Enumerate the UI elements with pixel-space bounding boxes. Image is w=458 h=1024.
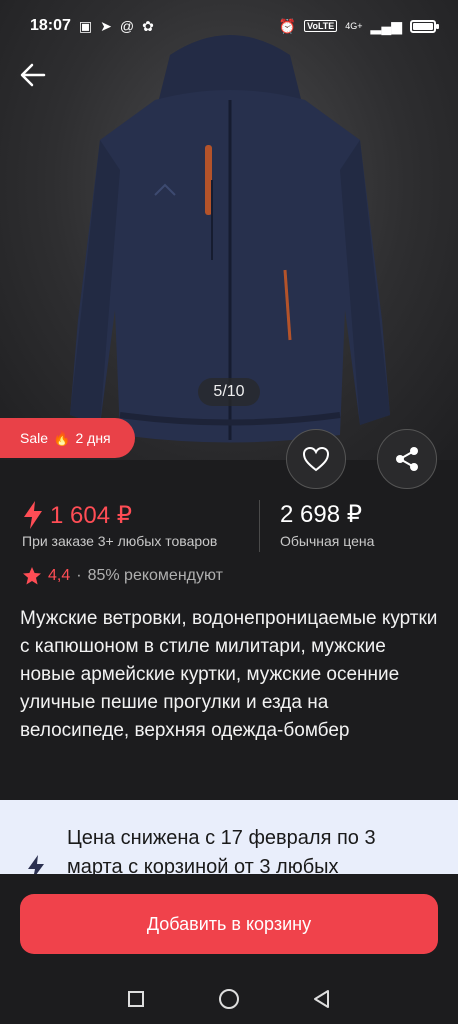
add-to-cart-button[interactable]: Добавить в корзину [20, 894, 438, 954]
back-nav-button[interactable] [310, 987, 334, 1011]
battery-icon [410, 19, 439, 33]
price-section: 1 604 ₽ При заказе 3+ любых товаров 2 69… [0, 496, 458, 556]
alarm-icon: ⏰ [278, 17, 297, 34]
recents-button[interactable] [124, 987, 148, 1011]
recommend-percent: 85% рекомендуют [87, 567, 223, 584]
rating-row[interactable]: 4,4 · 85% рекомендуют [22, 566, 223, 586]
app-icon: ✿ [142, 17, 154, 34]
gallery-counter: 5/10 [198, 378, 260, 406]
promo-card[interactable]: Цена снижена с 17 февраля по 3 марта с к… [0, 800, 458, 874]
sale-label: Sale [20, 430, 49, 446]
volte-icon: VoLTE [304, 20, 338, 32]
rating-value: 4,4 [48, 567, 71, 584]
promo-price-value: 1 604 ₽ [50, 501, 132, 529]
sale-badge: Sale 🔥 2 дня [0, 418, 135, 458]
circle-icon [218, 989, 239, 1009]
network-type: 4G+ [345, 21, 363, 31]
lightning-icon [24, 501, 42, 529]
share-button[interactable] [377, 429, 437, 489]
regular-price-note: Обычная цена [280, 533, 375, 549]
clock: 18:07 [30, 17, 71, 34]
home-button[interactable] [217, 987, 241, 1011]
sale-duration: 2 дня [75, 430, 111, 446]
favorite-button[interactable] [286, 429, 346, 489]
box-icon: ▣ [78, 17, 93, 34]
status-bar: 18:07 ▣ ➤ @ ✿ ⏰ VoLTE 4G+ ▂▄▆ [0, 0, 458, 52]
system-nav-bar [0, 974, 458, 1024]
back-button[interactable] [20, 62, 54, 96]
price-divider [259, 500, 260, 552]
product-title: Мужские ветровки, водонепроницаемые курт… [20, 608, 438, 741]
triangle-back-icon [313, 990, 329, 1008]
share-icon [396, 447, 418, 471]
at-icon: @ [119, 18, 135, 34]
promo-price-note: При заказе 3+ любых товаров [22, 533, 218, 549]
square-icon [128, 991, 145, 1007]
star-icon [23, 567, 41, 585]
regular-price: 2 698 ₽ [280, 501, 362, 528]
rating-separator: · [76, 567, 82, 584]
telegram-icon: ➤ [100, 17, 112, 34]
fire-icon: 🔥 [53, 429, 71, 446]
lightning-icon [28, 855, 44, 874]
arrow-left-icon [20, 63, 46, 87]
signal-icon: ▂▄▆ [370, 17, 402, 34]
promo-price: 1 604 ₽ [22, 500, 132, 530]
heart-icon [302, 446, 330, 472]
promo-card-text: Цена снижена с 17 февраля по 3 марта с к… [67, 827, 376, 874]
